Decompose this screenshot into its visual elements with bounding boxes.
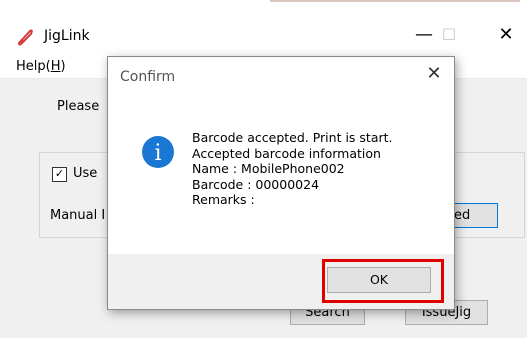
window-title: JigLink (44, 28, 90, 44)
title-bar: JigLink — ☐ ✕ (0, 4, 527, 56)
dialog-message: Barcode accepted. Print is start. Accept… (192, 130, 393, 208)
message-line: Name : MobilePhone002 (192, 161, 345, 176)
message-line: Remarks : (192, 192, 255, 207)
use-checkbox-label: Use (73, 166, 98, 181)
message-line: Barcode : 00000024 (192, 176, 320, 192)
minimize-button[interactable]: — (412, 24, 436, 48)
menu-help-accelerator: H (50, 59, 61, 74)
prompt-label: Please (57, 99, 100, 114)
menu-help[interactable]: Help(H) (16, 59, 66, 74)
info-icon-glyph: i (154, 141, 161, 166)
app-icon (17, 29, 33, 46)
use-checkbox[interactable]: ✓ (52, 167, 67, 182)
manual-label: Manual I (50, 208, 106, 223)
dialog-title: Confirm (120, 69, 176, 85)
window-close-button[interactable]: ✕ (494, 24, 518, 48)
menu-help-prefix: Help( (16, 59, 51, 74)
message-line: Barcode accepted. Print is start. (192, 130, 393, 145)
maximize-button[interactable]: ☐ (437, 24, 461, 48)
dialog-close-button[interactable]: ✕ (423, 63, 445, 85)
info-icon: i (142, 136, 174, 168)
background-decoration (270, 0, 520, 2)
message-line: Accepted barcode information (192, 145, 381, 161)
ok-button-highlight (322, 259, 444, 303)
menu-help-suffix: ) (60, 59, 66, 74)
